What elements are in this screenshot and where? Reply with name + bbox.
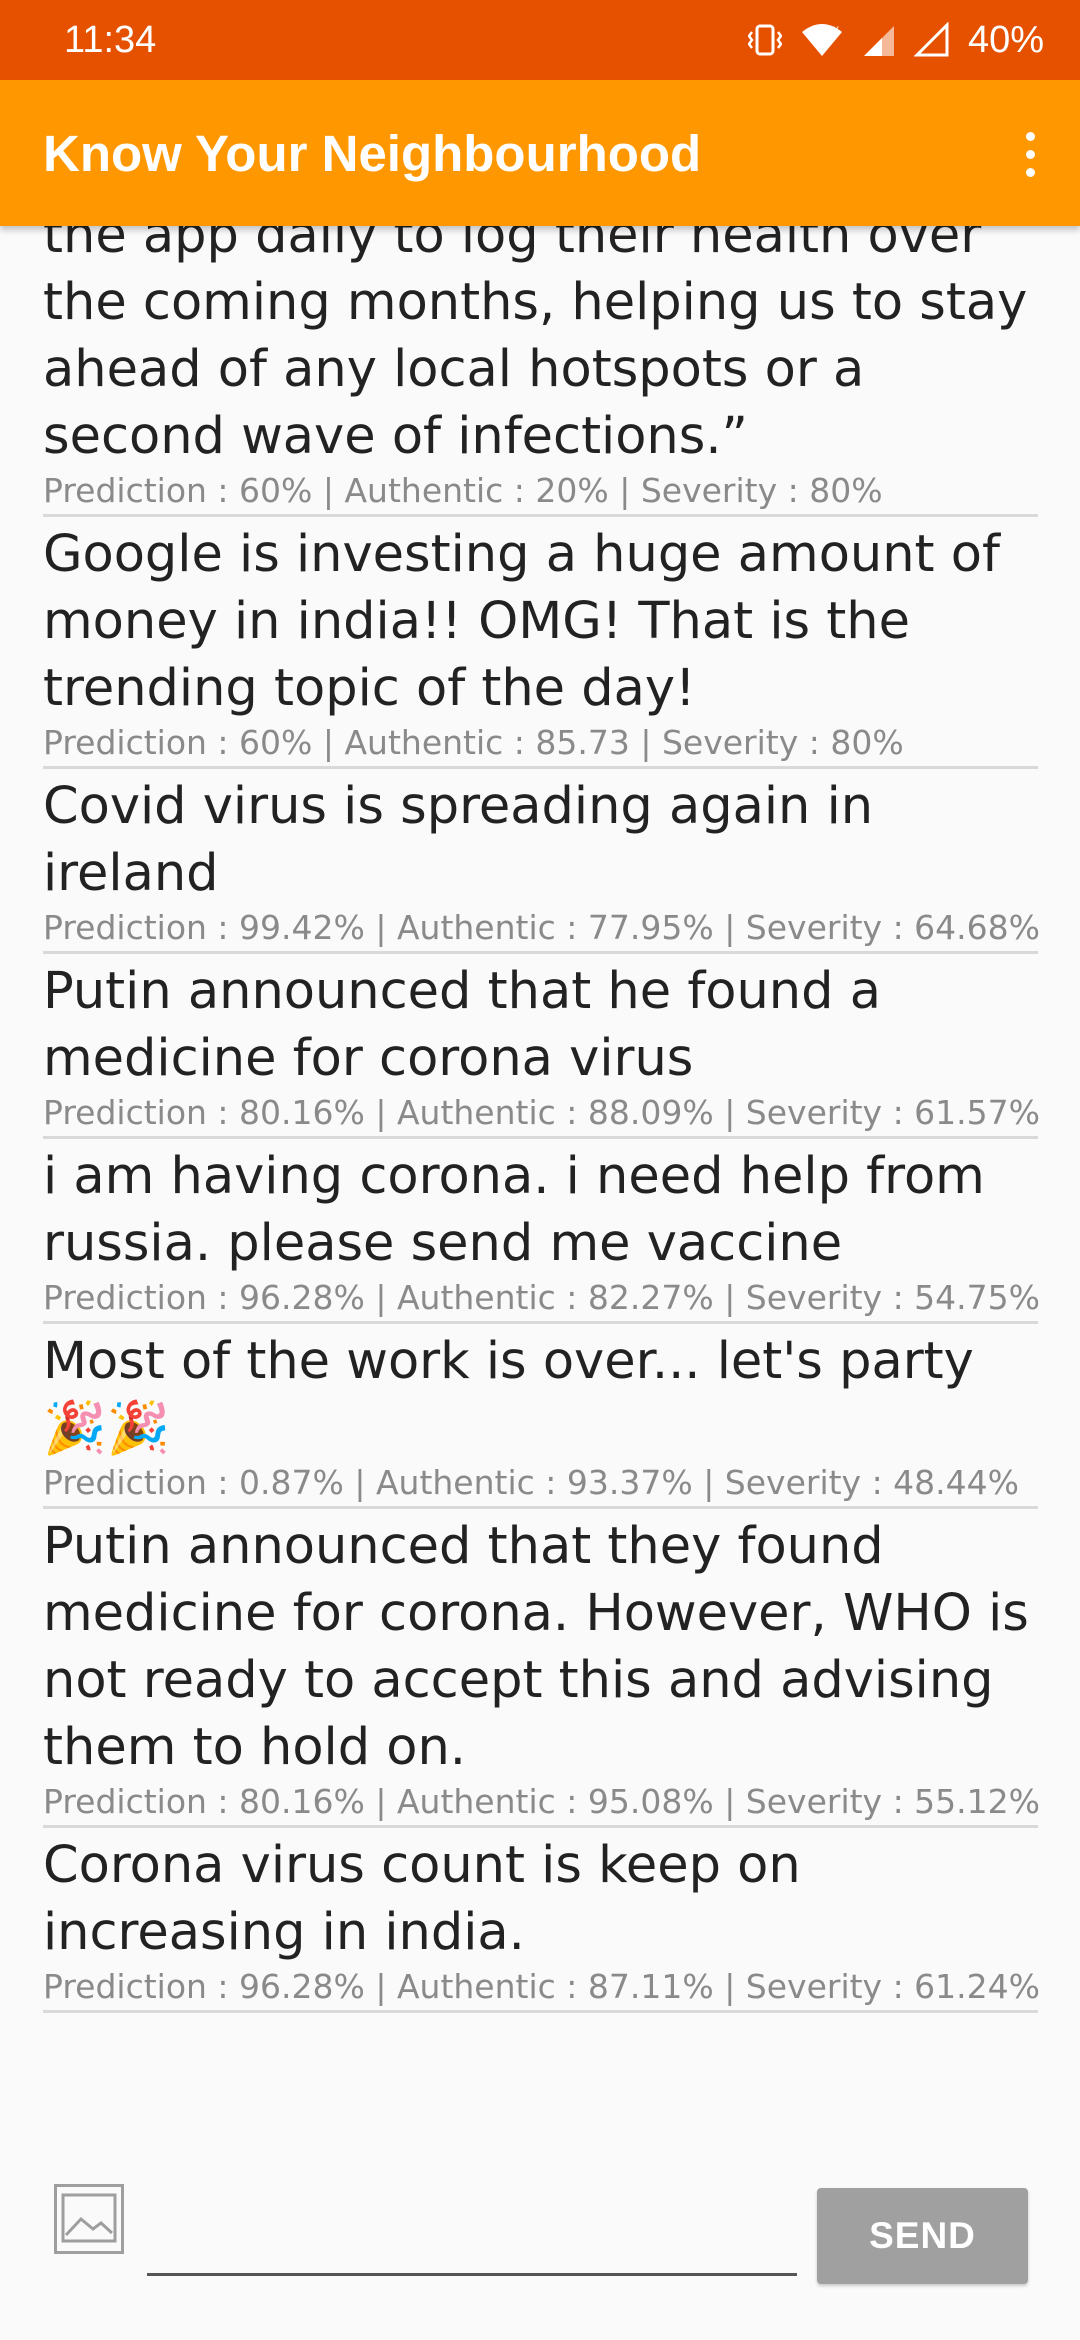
- more-vert-icon[interactable]: [1008, 116, 1052, 192]
- svg-text:x: x: [833, 22, 839, 36]
- post-item[interactable]: Covid virus is spreading again in irelan…: [43, 771, 1041, 954]
- post-text: Google is investing a huge amount of mon…: [43, 525, 1000, 718]
- send-button[interactable]: SEND: [817, 2188, 1028, 2284]
- post-text: Most of the work is over... let's party …: [43, 1332, 974, 1458]
- post-text: i am having corona. i need help from rus…: [43, 1147, 985, 1273]
- post-item[interactable]: i am having corona. i need help from rus…: [43, 1141, 1041, 1324]
- post-item[interactable]: Google is investing a huge amount of mon…: [43, 519, 1038, 769]
- cell-signal-icon: [913, 22, 950, 58]
- post-feed[interactable]: the app daily to log their health over t…: [0, 226, 1080, 2170]
- post-list: the app daily to log their health over t…: [43, 226, 1041, 2015]
- menu-dot: [1025, 149, 1035, 159]
- post-scores: Prediction : 80.16% | Authentic : 88.09%…: [43, 1093, 1041, 1132]
- post-scores: Prediction : 60% | Authentic : 20% | Sev…: [43, 471, 883, 510]
- post-text: Covid virus is spreading again in irelan…: [43, 777, 874, 903]
- menu-dot: [1025, 167, 1035, 177]
- status-bar: 11:34 x 40%: [0, 0, 1080, 80]
- post-item[interactable]: Most of the work is over... let's party …: [43, 1326, 1038, 1509]
- post-scores: Prediction : 96.28% | Authentic : 82.27%…: [43, 1278, 1041, 1317]
- post-item[interactable]: Putin announced that they found medicine…: [43, 1511, 1041, 1828]
- cell-signal-no-data-icon: [862, 22, 896, 58]
- image-icon[interactable]: [54, 2184, 124, 2254]
- post-scores: Prediction : 96.28% | Authentic : 87.11%…: [43, 1967, 1041, 2006]
- post-item[interactable]: the app daily to log their health over t…: [43, 226, 1038, 517]
- post-text: Putin announced that he found a medicine…: [43, 962, 881, 1088]
- message-composer: SEND: [0, 2170, 1080, 2340]
- app-bar: Know Your Neighbourhood: [0, 80, 1080, 226]
- post-scores: Prediction : 80.16% | Authentic : 95.08%…: [43, 1782, 1041, 1821]
- post-text: Putin announced that they found medicine…: [43, 1517, 1029, 1777]
- wifi-icon: x: [800, 22, 844, 58]
- post-item[interactable]: Putin announced that he found a medicine…: [43, 956, 1041, 1139]
- menu-dot: [1025, 131, 1035, 141]
- post-text: the app daily to log their health over t…: [43, 226, 1028, 466]
- message-input[interactable]: [147, 2186, 797, 2276]
- vibrate-icon: [747, 22, 782, 58]
- post-item[interactable]: Corona virus count is keep on increasing…: [43, 1830, 1041, 2013]
- post-scores: Prediction : 0.87% | Authentic : 93.37% …: [43, 1463, 1020, 1502]
- status-icons: x 40%: [747, 14, 1044, 66]
- status-time: 11:34: [64, 19, 157, 61]
- post-text: Corona virus count is keep on increasing…: [43, 1836, 801, 1962]
- post-scores: Prediction : 99.42% | Authentic : 77.95%…: [43, 908, 1041, 947]
- app-title: Know Your Neighbourhood: [43, 125, 702, 182]
- battery-percent: 40%: [967, 19, 1044, 61]
- post-scores: Prediction : 60% | Authentic : 85.73 | S…: [43, 723, 904, 762]
